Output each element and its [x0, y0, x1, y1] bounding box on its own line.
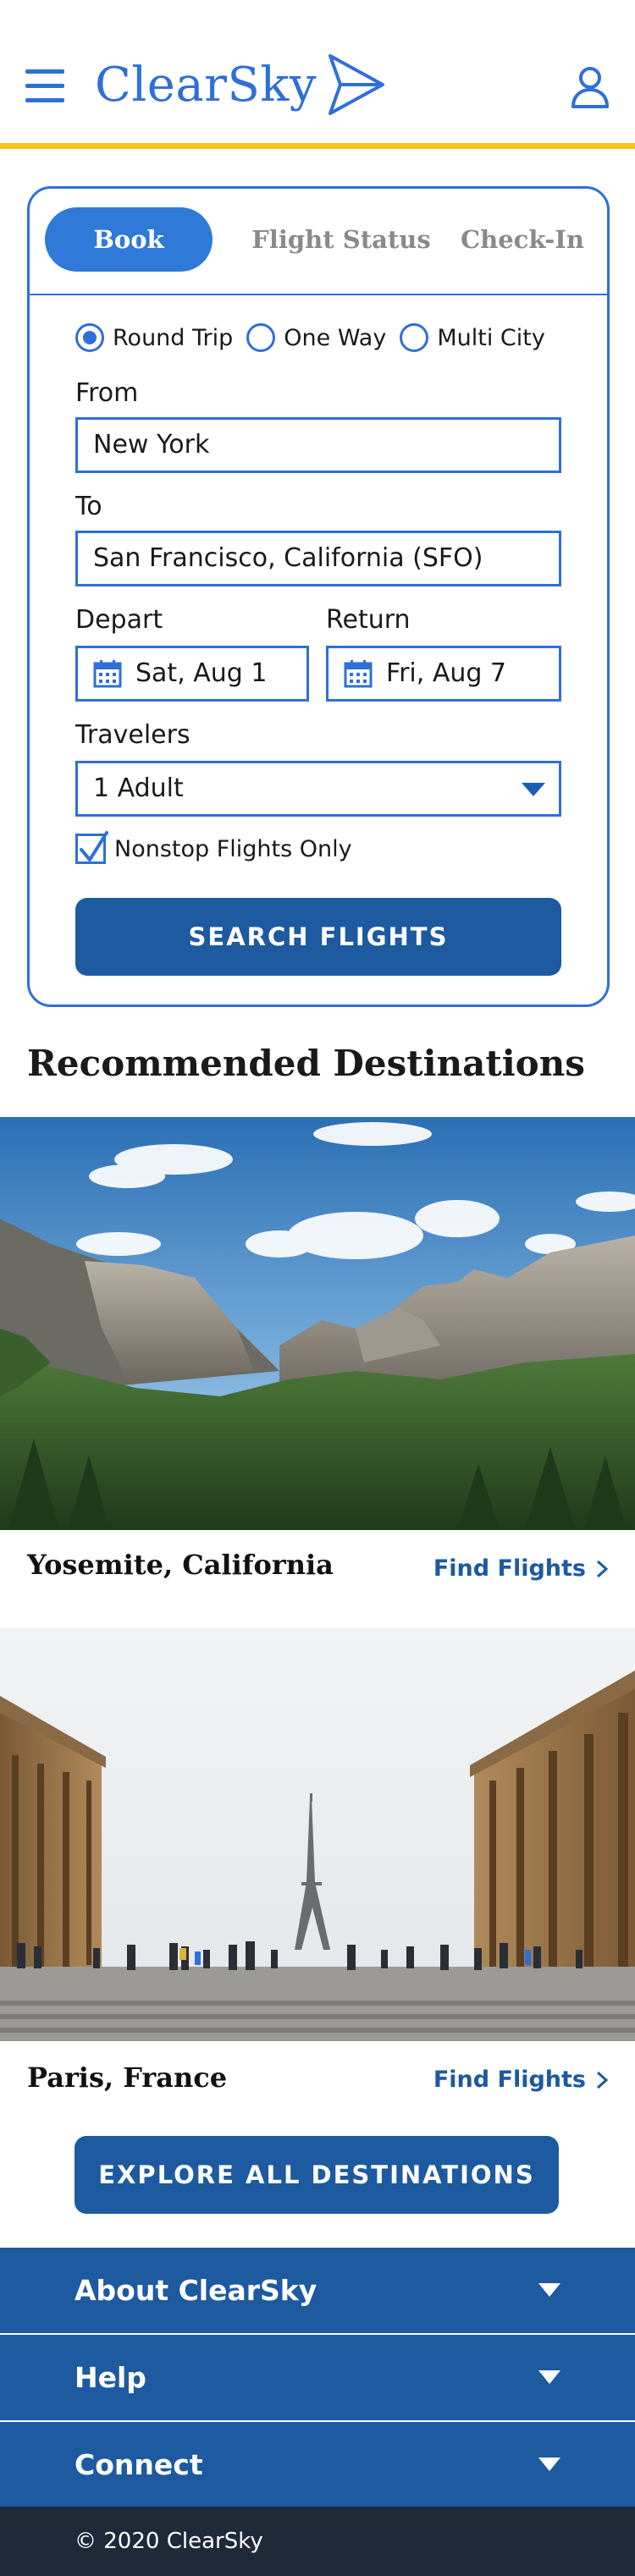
chevron-right-icon [596, 1560, 608, 1577]
chevron-down-icon [538, 2283, 560, 2297]
find-flights-label: Find Flights [433, 2067, 586, 2093]
yosemite-photo[interactable] [0, 1117, 635, 1530]
to-label: To [75, 492, 102, 521]
depart-date-value: Sat, Aug 1 [135, 658, 268, 688]
radio-label: One Way [284, 324, 387, 351]
checkbox-checked-icon [75, 831, 108, 864]
chevron-down-icon [538, 2370, 560, 2384]
copyright-text: © 2020 ClearSky [75, 2529, 263, 2554]
from-label: From [75, 378, 139, 408]
chevron-down-icon [538, 2458, 560, 2471]
booking-card: Book Flight Status Check-In Round Trip O… [27, 186, 610, 1007]
tab-check-in[interactable]: Check-In [448, 207, 597, 272]
booking-tabs: Book Flight Status Check-In [30, 189, 607, 295]
radio-unchecked-icon [400, 323, 429, 352]
return-date-input[interactable]: Fri, Aug 7 [326, 646, 561, 702]
radio-unchecked-icon [246, 323, 276, 352]
calendar-icon [344, 660, 373, 688]
site-header: ClearSky [0, 0, 635, 149]
travelers-label: Travelers [75, 720, 190, 750]
paris-photo[interactable] [0, 1628, 635, 2041]
footer-accordion-help[interactable]: Help [0, 2335, 635, 2420]
travelers-select[interactable]: 1 Adult [75, 761, 561, 817]
accordion-label: Connect [75, 2448, 203, 2481]
tab-book[interactable]: Book [45, 207, 213, 272]
radio-label: Multi City [437, 324, 545, 351]
nonstop-label: Nonstop Flights Only [114, 835, 352, 862]
radio-one-way[interactable]: One Way [246, 323, 386, 352]
destination-name: Yosemite, California [27, 1549, 334, 1581]
paper-plane-icon [329, 54, 384, 115]
radio-label: Round Trip [113, 324, 234, 351]
radio-multi-city[interactable]: Multi City [400, 323, 545, 352]
recommended-title: Recommended Destinations [27, 1043, 585, 1084]
return-label: Return [326, 605, 411, 635]
depart-date-input[interactable]: Sat, Aug 1 [75, 646, 309, 702]
footer-accordion-connect[interactable]: Connect [0, 2422, 635, 2507]
brand-name: ClearSky [95, 57, 317, 113]
travelers-value: 1 Adult [93, 773, 184, 803]
tab-flight-status[interactable]: Flight Status [238, 207, 444, 272]
chevron-right-icon [596, 2071, 608, 2089]
to-input[interactable]: San Francisco, California (SFO) [75, 531, 561, 586]
depart-label: Depart [75, 605, 163, 635]
search-flights-button[interactable]: SEARCH FLIGHTS [75, 898, 561, 976]
accordion-label: Help [75, 2361, 146, 2394]
explore-all-destinations-button[interactable]: EXPLORE ALL DESTINATIONS [75, 2136, 559, 2214]
find-flights-link[interactable]: Find Flights [433, 1555, 608, 1582]
find-flights-link[interactable]: Find Flights [433, 2067, 608, 2093]
hamburger-menu-icon[interactable] [25, 69, 64, 103]
radio-round-trip[interactable]: Round Trip [75, 323, 233, 352]
trip-type-group: Round Trip One Way Multi City [75, 321, 559, 355]
accordion-label: About ClearSky [75, 2274, 318, 2307]
nonstop-checkbox[interactable]: Nonstop Flights Only [75, 831, 352, 864]
footer-accordion-about[interactable]: About ClearSky [0, 2248, 635, 2333]
dropdown-arrow-icon [522, 783, 545, 796]
from-input[interactable]: New York [75, 417, 561, 473]
user-icon[interactable] [571, 66, 610, 108]
destination-name: Paris, France [27, 2061, 228, 2094]
return-date-value: Fri, Aug 7 [386, 658, 507, 688]
radio-checked-icon [75, 323, 104, 352]
footer-bottom: © 2020 ClearSky [0, 2507, 635, 2576]
logo[interactable]: ClearSky [95, 49, 386, 120]
calendar-icon [93, 660, 122, 688]
find-flights-label: Find Flights [433, 1555, 586, 1582]
